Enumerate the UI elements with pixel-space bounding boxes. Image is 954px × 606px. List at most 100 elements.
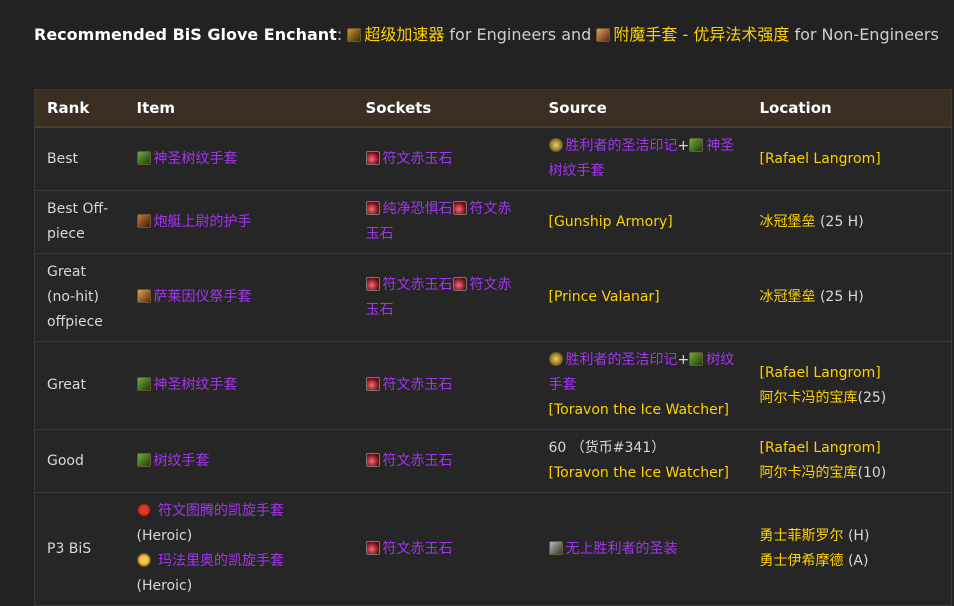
intro-lead: Recommended BiS Glove Enchant bbox=[34, 25, 337, 44]
sockets-cell: 符文赤玉石 bbox=[353, 429, 537, 493]
source-token-link[interactable]: 胜利者的圣洁印记 bbox=[566, 138, 678, 154]
item-link[interactable]: 神圣树纹手套 bbox=[154, 151, 238, 167]
item-link[interactable]: 玛法里奥的凯旋手套 bbox=[158, 553, 284, 569]
table-header-row: Rank Item Sockets Source Location bbox=[34, 89, 952, 128]
gem-link[interactable]: 符文赤玉石 bbox=[383, 377, 453, 393]
vendor-link[interactable]: [Rafael Langrom] bbox=[760, 440, 881, 456]
source-cell: [Prince Valanar] bbox=[536, 253, 748, 342]
gem-link[interactable]: 符文赤玉石 bbox=[383, 277, 453, 293]
plus-sign: + bbox=[677, 352, 690, 368]
gauntlet-icon bbox=[136, 213, 151, 228]
location-cell: [Rafael Langrom] bbox=[747, 126, 952, 191]
header-source: Source bbox=[536, 89, 748, 128]
gem-icon bbox=[365, 201, 380, 215]
horde-icon bbox=[136, 503, 151, 517]
vendor-link[interactable]: 勇士伊希摩德 bbox=[760, 553, 844, 569]
location-cell: 冰冠堡垒 (25 H) bbox=[747, 253, 952, 342]
table-row: Great 神圣树纹手套 符文赤玉石 胜利者的圣洁印记+ 树纹手套 [Toravon… bbox=[34, 341, 952, 430]
glove-icon bbox=[136, 289, 151, 303]
gem-link[interactable]: 符文赤玉石 bbox=[383, 453, 453, 469]
enchant-scroll-icon bbox=[596, 28, 611, 42]
zone-link[interactable]: 阿尔卡冯的宝库 bbox=[760, 390, 858, 406]
item-cell: 萨莱因仪祭手套 bbox=[124, 253, 354, 342]
gem-icon bbox=[452, 201, 467, 215]
table-row: P3 BiS 符文图腾的凯旋手套 (Heroic) 玛法里奥的凯旋手套 (Her… bbox=[34, 492, 952, 606]
source-cell: 胜利者的圣洁印记+ 神圣树纹手套 bbox=[536, 126, 748, 191]
rank-cell: Great bbox=[34, 341, 125, 430]
rank-cell: Best Off-piece bbox=[34, 190, 125, 254]
header-location: Location bbox=[747, 89, 952, 128]
item-cell: 炮艇上尉的护手 bbox=[124, 190, 354, 254]
rocket-icon bbox=[347, 28, 362, 42]
table-row: Great (no-hit) offpiece 萨莱因仪祭手套 符文赤玉石 符文赤… bbox=[34, 253, 952, 342]
item-link[interactable]: 树纹手套 bbox=[154, 453, 210, 469]
tier-token-icon bbox=[548, 540, 563, 555]
glove-icon bbox=[689, 352, 704, 366]
sockets-cell: 纯净恐惧石 符文赤玉石 bbox=[353, 190, 537, 254]
table-row: Good 树纹手套 符文赤玉石 60 （货币#341） [Toravon the … bbox=[34, 429, 952, 493]
difficulty-label: (25) bbox=[857, 389, 887, 406]
vendor-link[interactable]: [Rafael Langrom] bbox=[760, 151, 881, 167]
intro-for-non-engineers: for Non-Engineers bbox=[794, 25, 939, 44]
table-row: Best 神圣树纹手套 符文赤玉石 胜利者的圣洁印记+ 神圣树纹手套 [Rafae… bbox=[34, 126, 952, 191]
source-cell: 胜利者的圣洁印记+ 树纹手套 [Toravon the Ice Watcher] bbox=[536, 341, 748, 430]
source-boss-link[interactable]: [Toravon the Ice Watcher] bbox=[549, 402, 729, 418]
header-sockets: Sockets bbox=[353, 89, 537, 128]
gem-link[interactable]: 符文赤玉石 bbox=[383, 151, 453, 167]
location-cell: 勇士菲斯罗尔 (H) 勇士伊希摩德 (A) bbox=[747, 492, 952, 606]
gem-icon bbox=[452, 276, 467, 291]
sockets-cell: 符文赤玉石 符文赤玉石 bbox=[353, 253, 537, 342]
glove-icon bbox=[136, 150, 151, 165]
item-link[interactable]: 符文图腾的凯旋手套 bbox=[158, 503, 284, 519]
item-cell: 神圣树纹手套 bbox=[124, 341, 354, 430]
gem-icon bbox=[365, 377, 380, 391]
difficulty-label: (10) bbox=[857, 465, 887, 481]
source-boss-link[interactable]: [Prince Valanar] bbox=[549, 289, 660, 305]
zone-link[interactable]: 阿尔卡冯的宝库 bbox=[760, 465, 858, 481]
item-link[interactable]: 炮艇上尉的护手 bbox=[154, 214, 252, 230]
zone-link[interactable]: 冰冠堡垒 bbox=[760, 289, 816, 305]
enchant-engineer-link[interactable]: 超级加速器 bbox=[364, 25, 444, 44]
source-cell: [Gunship Armory] bbox=[536, 190, 748, 254]
glove-icon bbox=[136, 452, 151, 467]
header-item: Item bbox=[124, 89, 354, 128]
mark-icon bbox=[548, 352, 563, 366]
intro-for-engineers: for Engineers and bbox=[449, 25, 592, 44]
item-cell: 符文图腾的凯旋手套 (Heroic) 玛法里奥的凯旋手套 (Heroic) bbox=[124, 492, 354, 606]
zone-link[interactable]: 冰冠堡垒 bbox=[760, 214, 816, 230]
source-cell: 60 （货币#341） [Toravon the Ice Watcher] bbox=[536, 429, 748, 493]
plus-sign: + bbox=[677, 138, 690, 154]
bis-gloves-table: Rank Item Sockets Source Location Best 神… bbox=[34, 89, 952, 606]
source-boss-link[interactable]: [Gunship Armory] bbox=[549, 214, 673, 230]
source-token-link[interactable]: 胜利者的圣洁印记 bbox=[566, 352, 678, 368]
sockets-cell: 符文赤玉石 bbox=[353, 341, 537, 430]
rank-cell: Best bbox=[34, 126, 125, 191]
header-rank: Rank bbox=[34, 89, 125, 128]
faction-label: (H) bbox=[847, 528, 870, 544]
gem-link[interactable]: 符文赤玉石 bbox=[383, 541, 453, 557]
source-boss-link[interactable]: [Toravon the Ice Watcher] bbox=[549, 465, 729, 481]
sockets-cell: 符文赤玉石 bbox=[353, 492, 537, 606]
location-cell: [Rafael Langrom] 阿尔卡冯的宝库(10) bbox=[747, 429, 952, 493]
item-link[interactable]: 神圣树纹手套 bbox=[154, 377, 238, 393]
gem-link[interactable]: 纯净恐惧石 bbox=[383, 201, 453, 217]
glove-enchant-intro: Recommended BiS Glove Enchant: 超级加速器 for… bbox=[34, 24, 944, 46]
faction-label: (A) bbox=[847, 553, 869, 569]
table-row: Best Off-piece 炮艇上尉的护手 纯净恐惧石 符文赤玉石 [Gunsh… bbox=[34, 190, 952, 254]
location-cell: 冰冠堡垒 (25 H) bbox=[747, 190, 952, 254]
source-token-link[interactable]: 无上胜利者的圣装 bbox=[566, 541, 678, 557]
glove-icon bbox=[689, 138, 704, 152]
rank-cell: P3 BiS bbox=[34, 492, 125, 606]
glove-icon bbox=[136, 377, 151, 391]
rank-cell: Great (no-hit) offpiece bbox=[34, 253, 125, 342]
vendor-link[interactable]: [Rafael Langrom] bbox=[760, 365, 881, 381]
enchant-non-engineer-link[interactable]: 附魔手套 - 优异法术强度 bbox=[613, 25, 789, 44]
item-cell: 树纹手套 bbox=[124, 429, 354, 493]
item-link[interactable]: 萨莱因仪祭手套 bbox=[154, 289, 252, 305]
difficulty-label: (25 H) bbox=[819, 289, 864, 305]
rank-cell: Good bbox=[34, 429, 125, 493]
currency-cost: 60 （货币#341） bbox=[548, 440, 666, 456]
difficulty-label: (25 H) bbox=[819, 213, 864, 230]
gem-icon bbox=[365, 540, 380, 555]
vendor-link[interactable]: 勇士菲斯罗尔 bbox=[760, 528, 844, 544]
